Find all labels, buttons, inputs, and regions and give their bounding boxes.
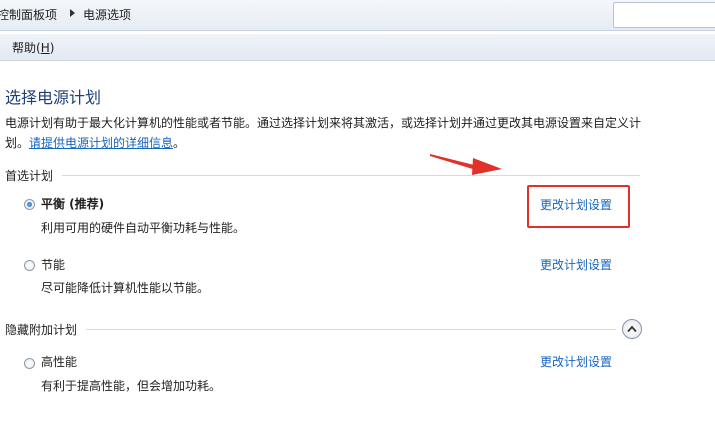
red-arrow-icon [430, 154, 502, 175]
breadcrumb-separator-icon[interactable] [70, 9, 75, 17]
preferred-plans-label: 首选计划 [5, 169, 54, 183]
group-divider [62, 175, 640, 176]
search-input[interactable] [613, 2, 715, 28]
plan-radio-balanced[interactable] [24, 199, 35, 210]
plan-description: 利用可用的硬件自动平衡功耗与性能。 [41, 221, 246, 235]
change-plan-settings-link[interactable]: 更改计划设置 [540, 256, 612, 273]
plan-radio-power-saver[interactable] [24, 260, 35, 271]
annotation-highlight-box [527, 185, 630, 228]
plan-details-link[interactable]: 请提供电源计划的详细信息 [29, 136, 173, 150]
hidden-plans-label: 隐藏附加计划 [5, 323, 78, 337]
plan-name[interactable]: 高性能 [41, 353, 77, 370]
address-bar: 控制面板项 电源选项 [0, 0, 715, 31]
menu-help[interactable]: 帮助(H) [12, 39, 54, 56]
page-title: 选择电源计划 [5, 88, 102, 107]
chevron-up-icon [627, 325, 637, 333]
breadcrumb-current[interactable]: 电源选项 [83, 6, 131, 23]
plan-name[interactable]: 节能 [41, 256, 65, 273]
breadcrumb-parent[interactable]: 控制面板项 [0, 6, 57, 23]
collapse-button[interactable] [622, 319, 642, 339]
plan-description: 尽可能降低计算机性能以节能。 [41, 281, 210, 295]
plan-name[interactable]: 平衡 (推荐) [41, 195, 104, 212]
plan-radio-high-performance[interactable] [24, 358, 35, 369]
page-description: 电源计划有助于最大化计算机的性能或者节能。通过选择计划来将其激活，或选择计划并通… [5, 116, 642, 150]
change-plan-settings-link[interactable]: 更改计划设置 [540, 353, 612, 370]
menu-bar: 帮助(H) [0, 34, 715, 61]
group-divider [86, 329, 616, 330]
plan-description: 有利于提高性能，但会增加功耗。 [41, 379, 222, 393]
